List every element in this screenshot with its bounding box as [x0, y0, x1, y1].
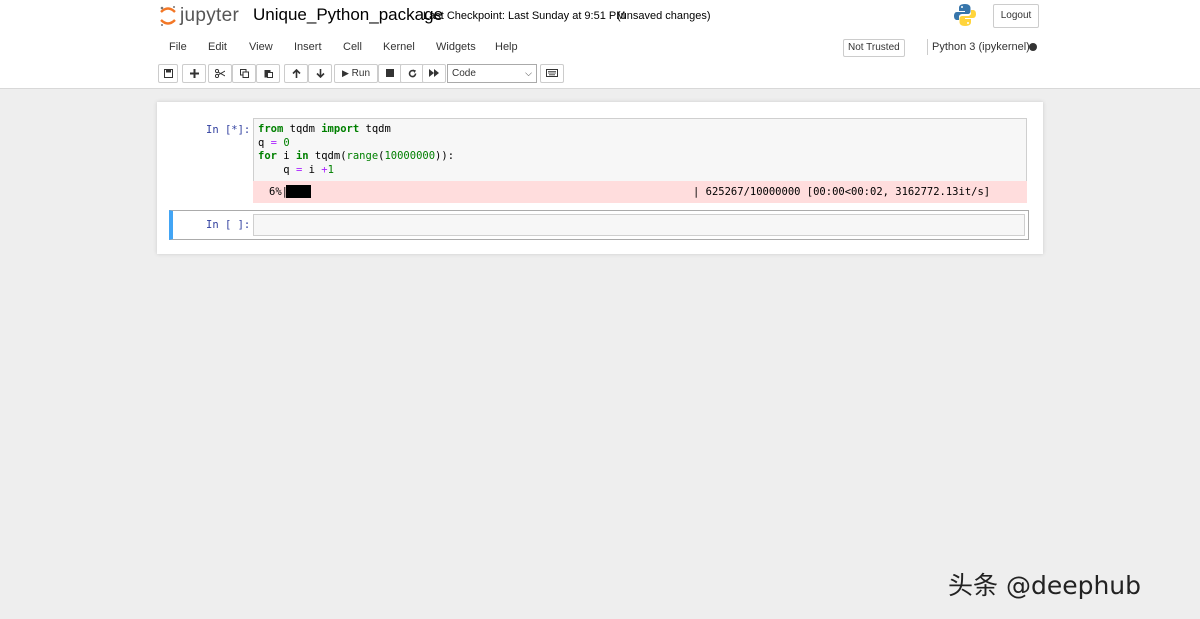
- menu-widgets[interactable]: Widgets: [436, 41, 476, 53]
- restart-run-all-button[interactable]: [422, 64, 446, 83]
- arrow-down-icon: [315, 69, 325, 78]
- jupyter-logo[interactable]: jupyter: [159, 4, 239, 28]
- code-line: for i in tqdm(range(10000000)):: [258, 150, 455, 162]
- cell-type-select[interactable]: Code ⌵: [447, 64, 537, 83]
- code-line: q = 0: [258, 136, 290, 149]
- code-text: from tqdm import tqdm q = 0 for i in tqd…: [258, 123, 454, 177]
- interrupt-button[interactable]: [378, 64, 402, 83]
- notebook-container: In [*]: from tqdm import tqdm q = 0 for …: [157, 102, 1043, 254]
- cell-2-prompt: In [ ]:: [206, 219, 251, 231]
- stderr-output: 6%| | 625267/10000000 [00:00<00:02, 3162…: [253, 181, 1027, 203]
- chevron-down-icon: ⌵: [525, 68, 532, 78]
- cut-button[interactable]: [208, 64, 232, 83]
- floppy-icon: [163, 69, 173, 78]
- copy-icon: [239, 69, 249, 78]
- notebook-header: jupyter Unique_Python_package Last Check…: [0, 0, 1200, 89]
- selected-code-cell[interactable]: In [ ]:: [169, 210, 1029, 240]
- paste-button[interactable]: [256, 64, 280, 83]
- copy-button[interactable]: [232, 64, 256, 83]
- unsaved-status: (unsaved changes): [617, 10, 711, 22]
- cell-type-value: Code: [452, 68, 476, 79]
- save-button[interactable]: [158, 64, 178, 83]
- cell-1-prompt: In [*]:: [206, 124, 251, 136]
- menu-view[interactable]: View: [249, 41, 273, 53]
- run-button[interactable]: ▶ Run: [334, 64, 378, 83]
- keyboard-icon: [546, 69, 558, 77]
- menu-help[interactable]: Help: [495, 41, 518, 53]
- code-cell-input[interactable]: from tqdm import tqdm q = 0 for i in tqd…: [253, 118, 1027, 181]
- refresh-icon: [408, 69, 416, 78]
- arrow-up-icon: [291, 69, 301, 78]
- menu-kernel[interactable]: Kernel: [383, 41, 415, 53]
- toolbar: ▶ Run Code ⌵: [157, 63, 1043, 85]
- fast-forward-icon: [429, 69, 439, 77]
- play-icon: ▶: [341, 68, 349, 78]
- kernel-name[interactable]: Python 3 (ipykernel): [932, 41, 1030, 53]
- notebook-name[interactable]: Unique_Python_package: [253, 5, 443, 25]
- progress-bar-fill: [286, 185, 312, 198]
- command-palette-button[interactable]: [540, 64, 564, 83]
- code-line: q = i +1: [258, 163, 334, 176]
- logo-text: jupyter: [180, 5, 240, 26]
- menu-file[interactable]: File: [169, 41, 187, 53]
- progress-bar: [286, 185, 692, 198]
- run-label: Run: [351, 68, 371, 79]
- code-line: from tqdm import tqdm: [258, 123, 391, 135]
- menu-edit[interactable]: Edit: [208, 41, 227, 53]
- watermark: 头条 @deephub: [948, 571, 1142, 600]
- plus-icon: [189, 69, 199, 78]
- restart-button[interactable]: [400, 64, 424, 83]
- paste-icon: [264, 70, 273, 78]
- trust-indicator[interactable]: Not Trusted: [843, 39, 905, 57]
- menubar: File Edit View Insert Cell Kernel Widget…: [157, 35, 1043, 59]
- logout-button[interactable]: Logout: [993, 4, 1039, 28]
- menu-insert[interactable]: Insert: [294, 41, 322, 53]
- jupyter-icon: [160, 6, 176, 26]
- progress-stats: | 625267/10000000 [00:00<00:02, 3162772.…: [693, 186, 991, 198]
- kernel-busy-indicator: [1029, 43, 1037, 51]
- checkpoint-status: Last Checkpoint: Last Sunday at 9:51 PM: [423, 10, 626, 22]
- code-cell-input[interactable]: [253, 214, 1025, 236]
- menu-cell[interactable]: Cell: [343, 41, 362, 53]
- stop-icon: [386, 69, 394, 77]
- kernel-divider: [927, 39, 928, 55]
- move-down-button[interactable]: [308, 64, 332, 83]
- insert-cell-button[interactable]: [182, 64, 206, 83]
- scissors-icon: [215, 69, 225, 78]
- python-logo-icon: [954, 4, 976, 26]
- move-up-button[interactable]: [284, 64, 308, 83]
